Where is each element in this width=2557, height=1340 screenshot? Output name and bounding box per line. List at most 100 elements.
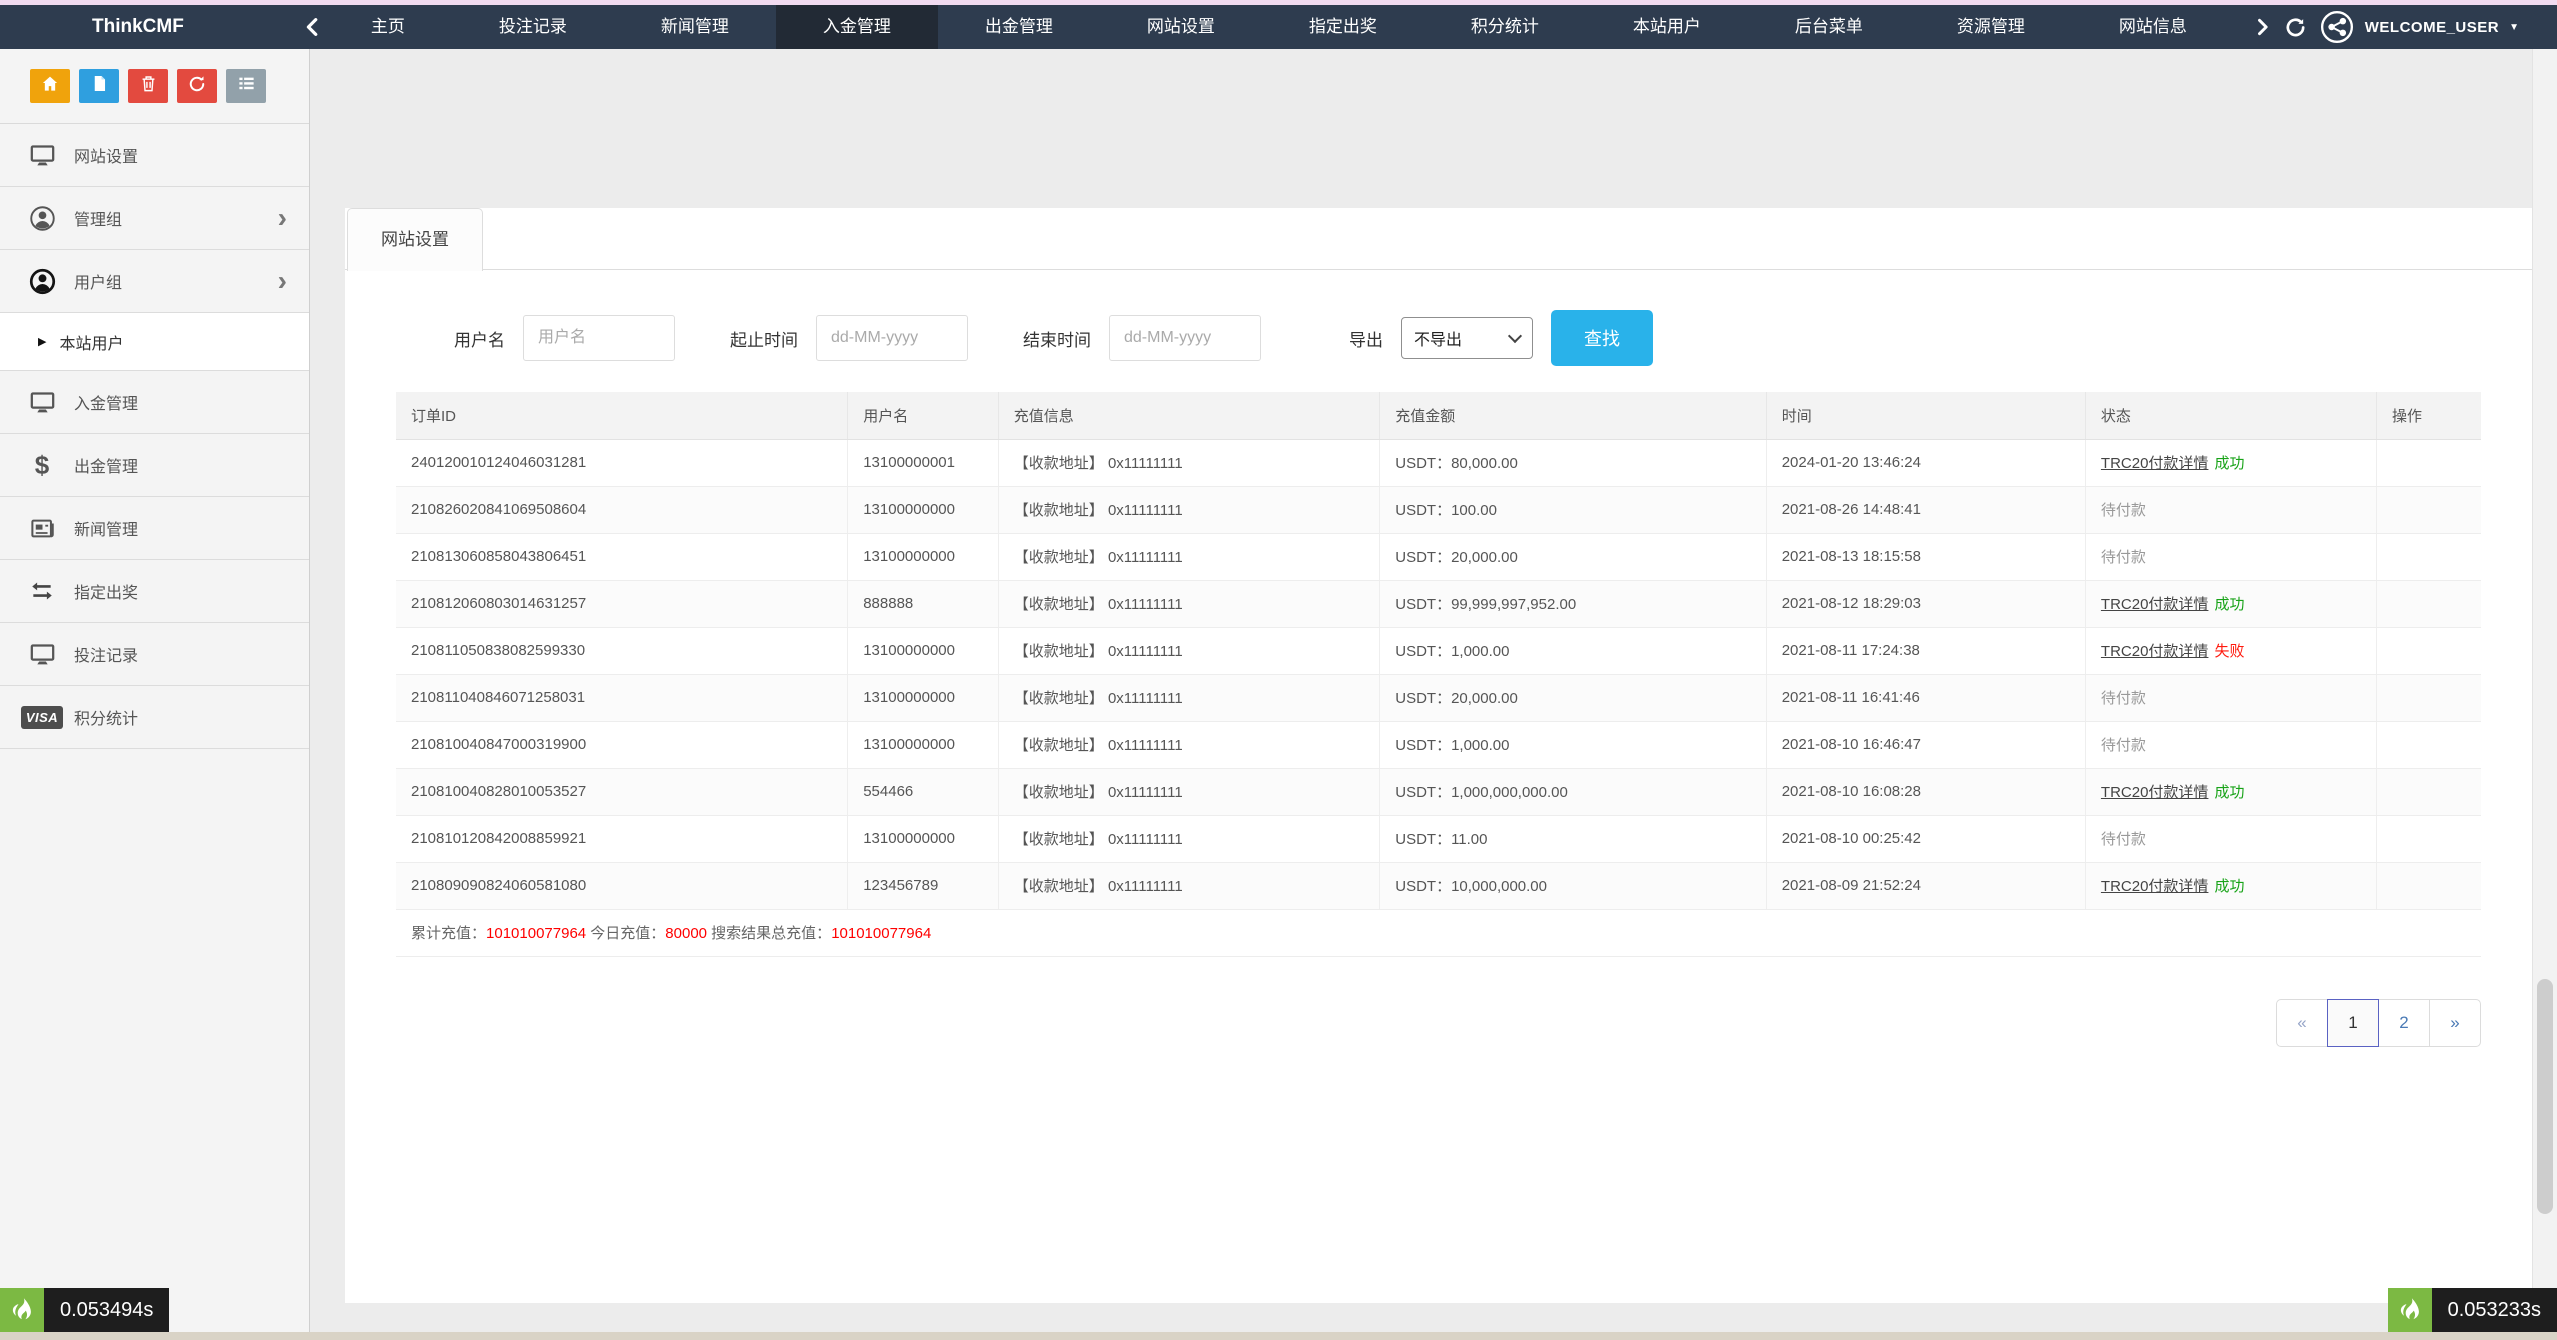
status-result: 待付款 [2100, 690, 2146, 707]
brand-logo[interactable]: ThinkCMF [92, 16, 184, 38]
export-label: 导出 [1349, 330, 1383, 350]
status-result: 待付款 [2100, 737, 2146, 754]
action-cell [2376, 862, 2481, 910]
order-id-cell: 210826020841069508604 [396, 486, 848, 534]
table-row: 210813060858043806451 13100000000 【收款地址】 0… [396, 533, 2481, 581]
sidebar-item[interactable]: 投注记录 [0, 623, 309, 686]
username-cell: 123456789 [847, 862, 999, 910]
time-cell: 2021-08-11 17:24:38 [1765, 627, 2086, 675]
recycle-button[interactable] [177, 69, 217, 103]
status-result: 成功 [2214, 596, 2245, 613]
nav-item[interactable]: 网站设置 [1100, 5, 1262, 49]
user-menu[interactable]: WELCOME_USER ▼ [2319, 9, 2519, 45]
action-cell [2376, 768, 2481, 816]
trc20-detail-link[interactable]: TRC20付款详情 [2101, 643, 2209, 660]
refresh-icon[interactable] [2284, 16, 2307, 39]
amount-cell: USDT：100.00 [1379, 486, 1767, 534]
file-button[interactable] [79, 69, 119, 103]
scrollbar-thumb[interactable] [2537, 979, 2553, 1214]
order-id-cell: 210810040828010053527 [396, 768, 848, 816]
nav-item[interactable]: 积分统计 [1424, 5, 1586, 49]
sidebar-item[interactable]: VISA 积分统计 [0, 686, 309, 749]
start-date-input[interactable] [816, 315, 968, 361]
nav-item[interactable]: 投注记录 [452, 5, 614, 49]
pagination-next[interactable]: » [2429, 998, 2481, 1047]
amount-cell: USDT：1,000.00 [1379, 721, 1767, 769]
pagination-page[interactable]: 2 [2378, 998, 2430, 1047]
trc20-detail-link[interactable]: TRC20付款详情 [2101, 596, 2209, 613]
status-cell: 待付款 [2084, 486, 2377, 534]
sidebar-item[interactable]: 用户组 › [0, 250, 309, 313]
perf-badge-left: 0.053494s [0, 1288, 170, 1332]
sidebar-item-label: 用户组 [74, 275, 123, 292]
list-button[interactable] [226, 69, 266, 103]
pagination-page[interactable]: 1 [2327, 998, 2379, 1047]
recharge-info-cell: 【收款地址】 0x11111111 [997, 815, 1380, 863]
end-date-input[interactable] [1109, 315, 1261, 361]
table-row: 210826020841069508604 13100000000 【收款地址】 0… [396, 486, 2481, 534]
trash-button[interactable] [128, 69, 168, 103]
time-cell: 2021-08-12 18:29:03 [1765, 580, 2086, 628]
amount-cell: USDT：20,000.00 [1379, 533, 1767, 581]
status-result: 成功 [2214, 878, 2245, 895]
sidebar-item[interactable]: 管理组 › [0, 187, 309, 250]
time-cell: 2021-08-10 16:08:28 [1765, 768, 2086, 816]
nav-item[interactable]: 主页 [324, 5, 452, 49]
sidebar-item[interactable]: 指定出奖 [0, 560, 309, 623]
nav-item[interactable]: 后台菜单 [1748, 5, 1910, 49]
trc20-detail-link[interactable]: TRC20付款详情 [2101, 455, 2209, 472]
time-cell: 2021-08-09 21:52:24 [1765, 862, 2086, 910]
nav-item[interactable]: 资源管理 [1910, 5, 2072, 49]
recharge-info-cell: 【收款地址】 0x11111111 [997, 627, 1380, 675]
username-input[interactable] [523, 315, 675, 361]
sidebar-item[interactable]: 新闻管理 [0, 497, 309, 560]
amount-cell: USDT：1,000.00 [1379, 627, 1767, 675]
render-time-left: 0.053494s [44, 1288, 170, 1332]
username-cell: 13100000000 [847, 815, 999, 863]
recharge-info-cell: 【收款地址】 0x11111111 [997, 674, 1380, 722]
chevron-right-icon[interactable] [2252, 15, 2272, 39]
status-cell: TRC20付款详情 成功 [2084, 580, 2377, 628]
export-select[interactable]: 不导出 [1401, 317, 1533, 359]
chevron-right-icon: › [277, 202, 287, 233]
status-result: 成功 [2214, 455, 2245, 472]
tab-site-settings[interactable]: 网站设置 [347, 208, 483, 271]
sidebar-item[interactable]: 网站设置 [0, 124, 309, 187]
trc20-detail-link[interactable]: TRC20付款详情 [2101, 784, 2209, 801]
list-icon [237, 74, 256, 98]
nav-item[interactable]: 入金管理 [775, 5, 938, 49]
order-id-cell: 210812060803014631257 [396, 580, 848, 628]
table-body: 240120010124046031281 13100000001 【收款地址】 0… [396, 439, 2481, 910]
nav-item[interactable]: 新闻管理 [614, 5, 776, 49]
status-cell: 待付款 [2084, 721, 2377, 769]
home-button[interactable] [30, 69, 70, 103]
pagination-prev[interactable]: « [2276, 998, 2328, 1047]
status-cell: TRC20付款详情 成功 [2084, 768, 2377, 816]
search-button[interactable]: 查找 [1551, 310, 1653, 366]
sidebar-item[interactable]: ▶ 本站用户 [0, 313, 309, 371]
status-cell: 待付款 [2084, 533, 2377, 581]
sidebar: 网站设置 管理组 › 用户组 › ▶ 本站用户 入金管理 $ 出金管理 新闻管理 指定出奖 投注记录 VI… [0, 49, 310, 1340]
nav-item[interactable]: 本站用户 [1586, 5, 1748, 49]
action-cell [2376, 815, 2481, 863]
recharge-info-cell: 【收款地址】 0x11111111 [997, 533, 1380, 581]
nav-item[interactable]: 网站信息 [2072, 5, 2234, 49]
user-circle-dark-icon [27, 268, 57, 295]
chevron-left-icon[interactable] [302, 15, 324, 39]
trc20-detail-link[interactable]: TRC20付款详情 [2101, 878, 2209, 895]
sidebar-item[interactable]: $ 出金管理 [0, 434, 309, 497]
status-result: 待付款 [2100, 549, 2146, 566]
recharge-info-cell: 【收款地址】 0x11111111 [997, 862, 1380, 910]
vertical-scrollbar[interactable] [2532, 49, 2557, 1340]
sidebar-item[interactable]: 入金管理 [0, 371, 309, 434]
amount-cell: USDT：20,000.00 [1379, 674, 1767, 722]
column-header: 充值金额 [1379, 392, 1767, 440]
sidebar-menu: 网站设置 管理组 › 用户组 › ▶ 本站用户 入金管理 $ 出金管理 新闻管理 指定出奖 投注记录 VI… [0, 124, 309, 749]
recharge-info-cell: 【收款地址】 0x11111111 [997, 439, 1380, 487]
nav-item[interactable]: 指定出奖 [1262, 5, 1424, 49]
nav-item[interactable]: 出金管理 [938, 5, 1100, 49]
status-cell: TRC20付款详情 成功 [2084, 862, 2377, 910]
table-row: 210811040846071258031 13100000000 【收款地址】 0… [396, 674, 2481, 722]
summary-part: 101010077964 [486, 925, 587, 942]
table-row: 240120010124046031281 13100000001 【收款地址】 0… [396, 439, 2481, 487]
